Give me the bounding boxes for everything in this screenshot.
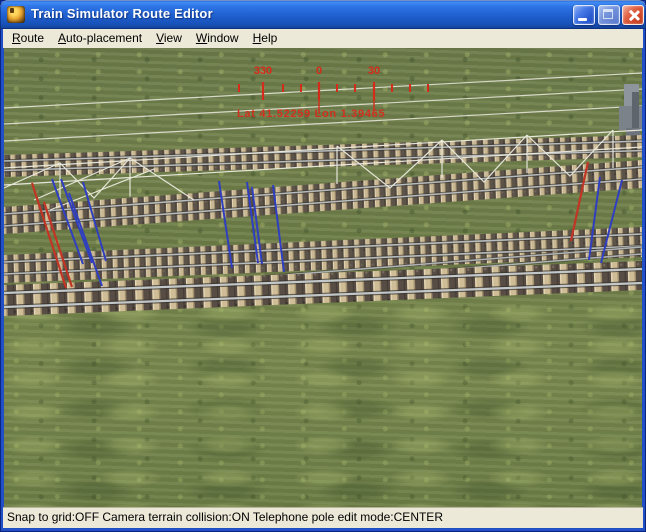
close-icon (626, 8, 641, 23)
title-bar[interactable]: Train Simulator Route Editor (0, 0, 646, 29)
compass-label-330: 330 (243, 65, 283, 77)
compass-label-0: 0 (299, 65, 339, 77)
distant-structure (619, 84, 642, 144)
menu-item-view[interactable]: View (149, 29, 189, 48)
app-train-icon (7, 6, 25, 23)
application-window: Train Simulator Route Editor RouteAuto-p… (0, 0, 646, 532)
status-text: Snap to grid:OFF Camera terrain collisio… (3, 510, 443, 524)
minimize-button[interactable] (573, 5, 595, 25)
window-title: Train Simulator Route Editor (31, 6, 213, 21)
menu-item-route[interactable]: Route (5, 29, 51, 48)
menu-bar[interactable]: RouteAuto-placementViewWindowHelp (3, 29, 643, 48)
maximize-icon (603, 9, 613, 19)
viewport-3d[interactable]: 330 0 30 Lat 41.52259 Lon 1.39465 (4, 48, 642, 507)
lat-lon-readout: Lat 41.52259 Lon 1.39465 (237, 108, 385, 120)
minimize-icon (578, 18, 587, 21)
menu-item-window[interactable]: Window (189, 29, 246, 48)
maximize-button[interactable] (598, 5, 620, 25)
close-button[interactable] (622, 5, 644, 25)
compass-label-30: 30 (354, 65, 394, 77)
status-bar: Snap to grid:OFF Camera terrain collisio… (3, 507, 643, 528)
menu-item-help[interactable]: Help (246, 29, 285, 48)
menu-item-auto-placement[interactable]: Auto-placement (51, 29, 149, 48)
overhead-wires (4, 73, 642, 141)
